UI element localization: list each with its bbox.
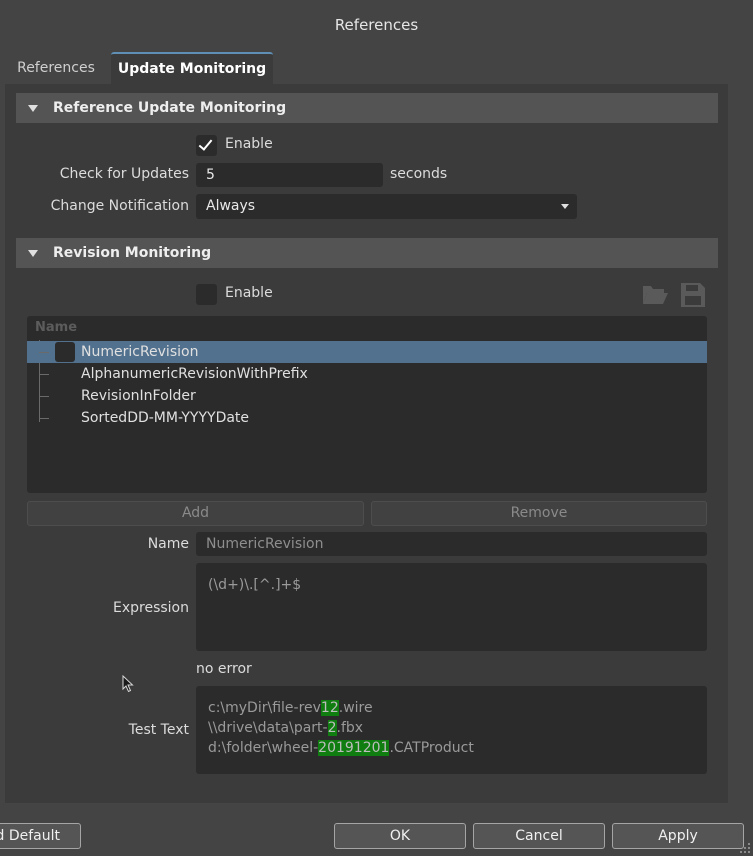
match-highlight: 12 bbox=[320, 700, 339, 716]
add-button[interactable]: Add bbox=[27, 501, 364, 526]
list-header-name: Name bbox=[35, 320, 78, 335]
collapse-triangle-icon bbox=[28, 250, 38, 257]
window-title: References bbox=[334, 16, 419, 34]
revision-enable-checkbox[interactable] bbox=[196, 284, 217, 305]
save-icon[interactable] bbox=[680, 282, 706, 308]
list-item-revision-in-folder[interactable]: RevisionInFolder bbox=[27, 385, 707, 407]
test-text-label: Test Text bbox=[128, 722, 189, 738]
name-label: Name bbox=[147, 536, 189, 552]
tab-references[interactable]: References bbox=[8, 52, 104, 84]
mouse-cursor-icon bbox=[122, 675, 134, 693]
update-enable-checkbox[interactable] bbox=[196, 135, 217, 156]
checkmark-icon bbox=[198, 136, 213, 151]
change-notification-select[interactable]: Always bbox=[196, 194, 577, 219]
match-highlight: 2 bbox=[327, 720, 337, 736]
change-notification-value: Always bbox=[206, 198, 256, 214]
cancel-button[interactable]: Cancel bbox=[473, 823, 605, 849]
list-item-sorted-date[interactable]: SortedDD-MM-YYYYDate bbox=[27, 407, 707, 429]
change-notification-label: Change Notification bbox=[50, 198, 189, 214]
name-field[interactable]: NumericRevision bbox=[196, 532, 707, 556]
revision-list[interactable]: Name NumericRevision AlphanumericRevisio… bbox=[27, 316, 707, 493]
ok-button[interactable]: OK bbox=[334, 823, 466, 849]
collapse-triangle-icon bbox=[28, 105, 38, 112]
reference-update-section-title: Reference Update Monitoring bbox=[53, 100, 287, 116]
reference-update-section-header[interactable]: Reference Update Monitoring bbox=[16, 93, 718, 123]
revision-section-header[interactable]: Revision Monitoring bbox=[16, 238, 718, 268]
list-item-numeric-revision[interactable]: NumericRevision bbox=[27, 341, 707, 363]
resize-grip-icon[interactable] bbox=[737, 840, 751, 854]
remove-button[interactable]: Remove bbox=[371, 501, 707, 526]
seconds-label: seconds bbox=[390, 166, 448, 182]
tab-update-monitoring[interactable]: Update Monitoring bbox=[111, 52, 273, 84]
update-enable-label: Enable bbox=[225, 136, 273, 152]
check-interval-field[interactable]: 5 bbox=[196, 163, 383, 187]
test-line: \\drive\data\part-2.fbx bbox=[208, 720, 364, 736]
expression-label: Expression bbox=[113, 600, 189, 616]
revision-section-title: Revision Monitoring bbox=[53, 245, 212, 261]
expression-field[interactable]: (\d+)\.[^.]+$ bbox=[196, 563, 707, 651]
expression-value: (\d+)\.[^.]+$ bbox=[208, 577, 302, 593]
test-text-field[interactable]: c:\myDir\file-rev12.wire \\drive\data\pa… bbox=[196, 686, 707, 774]
apply-button[interactable]: Apply bbox=[612, 823, 744, 849]
list-item-alphanumeric-revision[interactable]: AlphanumericRevisionWithPrefix bbox=[27, 363, 707, 385]
check-for-updates-label: Check for Updates bbox=[59, 166, 189, 182]
match-highlight: 20191201 bbox=[318, 740, 390, 756]
folder-open-icon[interactable] bbox=[641, 282, 669, 306]
revision-enable-label: Enable bbox=[225, 285, 273, 301]
row-checkbox[interactable] bbox=[55, 342, 75, 362]
error-status: no error bbox=[196, 661, 252, 677]
dropdown-arrow-icon bbox=[561, 204, 569, 209]
test-line: c:\myDir\file-rev12.wire bbox=[208, 700, 373, 716]
restore-default-button[interactable]: d Default bbox=[0, 823, 81, 849]
test-line: d:\folder\wheel-20191201.CATProduct bbox=[208, 740, 474, 756]
